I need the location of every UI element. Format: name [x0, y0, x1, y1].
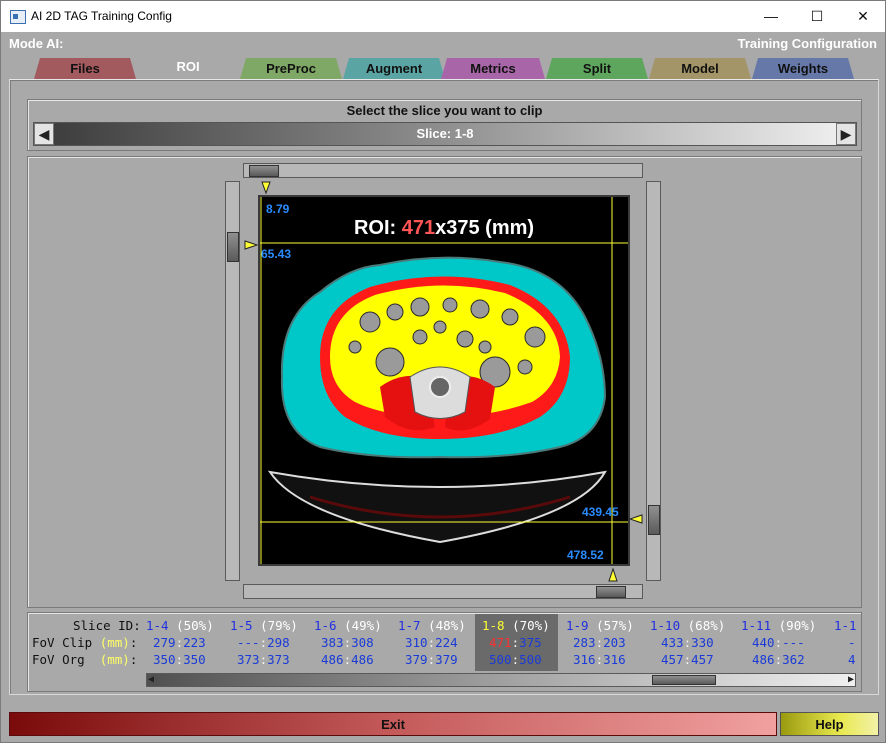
tab-augment[interactable]: Augment	[343, 58, 445, 79]
org-1-7: 379:379	[405, 652, 458, 667]
ct-body-graphic	[260, 197, 628, 564]
column-1-4[interactable]: 1-4 (50%)	[146, 618, 226, 633]
roi-unit: (mm)	[485, 217, 535, 239]
tab-model[interactable]: Model	[649, 58, 751, 79]
tab-weights[interactable]: Weights	[752, 58, 854, 79]
close-icon[interactable]: ✕	[840, 1, 885, 32]
roi-right-handle[interactable]	[648, 505, 660, 535]
table-scroll-right-icon[interactable]: ▶	[848, 674, 854, 685]
column-1-10[interactable]: 1-10 (68%)	[650, 618, 730, 633]
fov-clip-unit: (mm)	[99, 635, 130, 650]
column-1-7[interactable]: 1-7 (48%)	[398, 618, 478, 633]
fov-clip-label: FoV Clip (mm):	[32, 635, 137, 650]
slice-info-table: Slice ID: FoV Clip (mm): FoV Org (mm): 1…	[27, 612, 862, 692]
fov-org-text: FoV Org	[32, 652, 100, 667]
fov-clip-text: FoV Clip	[32, 635, 100, 650]
exit-button[interactable]: Exit	[9, 712, 777, 736]
title-bar: AI 2D TAG Training Config — ☐ ✕	[1, 1, 885, 32]
roi-top-value: 8.79	[266, 202, 290, 216]
slice-current-label: Slice: 1-8	[416, 126, 474, 141]
fov-org-label: FoV Org (mm):	[32, 652, 137, 667]
tab-metrics[interactable]: Metrics	[441, 58, 545, 79]
column-1-8-selected[interactable]: 1-8 (70%)	[482, 618, 562, 633]
roi-height-value: 375	[446, 217, 480, 239]
table-hscroll[interactable]: ◀ ▶	[146, 673, 856, 687]
maximize-icon[interactable]: ☐	[794, 1, 840, 32]
roi-bottom-handle[interactable]	[596, 586, 626, 598]
column-1-1x-partial[interactable]: 1-1	[834, 618, 861, 633]
roi-right-value: 439.45	[582, 505, 619, 519]
fov-clip-colon: :	[129, 635, 138, 650]
help-button[interactable]: Help	[780, 712, 879, 736]
clip-1-8: 471:375	[489, 635, 542, 650]
org-1-11: 486:362	[752, 652, 805, 667]
minimize-icon[interactable]: —	[748, 1, 794, 32]
org-1-5: 373:373	[237, 652, 290, 667]
clip-1-9: 283:203	[573, 635, 626, 650]
column-1-6[interactable]: 1-6 (49%)	[314, 618, 394, 633]
roi-left-scroll[interactable]	[225, 181, 240, 581]
column-1-5[interactable]: 1-5 (79%)	[230, 618, 310, 633]
roi-bottom-value: 478.52	[567, 548, 604, 562]
org-1-4: 350:350	[153, 652, 206, 667]
roi-top-scroll[interactable]	[243, 163, 643, 178]
slice-select-label: Select the slice you want to clip	[346, 103, 543, 118]
clip-1-11: 440:---	[752, 635, 805, 650]
roi-top-handle[interactable]	[249, 165, 279, 177]
mode-label: Mode AI:	[9, 36, 64, 51]
roi-x-separator: x	[435, 217, 447, 239]
roi-right-scroll[interactable]	[646, 181, 661, 581]
clip-1-4: 279:223	[153, 635, 206, 650]
table-scroll-thumb[interactable]	[652, 675, 716, 685]
roi-prefix: ROI:	[353, 217, 397, 239]
clip-1-10: 433:330	[661, 635, 714, 650]
org-1-9: 316:316	[573, 652, 626, 667]
clip-1-5: ---:298	[237, 635, 290, 650]
tab-roi[interactable]: ROI	[137, 56, 239, 80]
app-window: AI 2D TAG Training Config — ☐ ✕ Mode AI:…	[0, 0, 886, 743]
slice-slider[interactable]: ◀ Slice: 1-8 ▶	[33, 122, 857, 146]
slice-next-arrow-icon[interactable]: ▶	[836, 123, 856, 145]
tab-files[interactable]: Files	[34, 58, 136, 79]
roi-left-handle[interactable]	[227, 232, 239, 262]
ct-slice-image[interactable]: ROI: 471x375 (mm) 8.79 65.43 439.45 478.…	[258, 195, 630, 566]
tab-preproc[interactable]: PreProc	[240, 58, 342, 79]
org-1-8: 500:500	[489, 652, 542, 667]
training-config-label: Training Configuration	[737, 36, 877, 51]
org-1-6: 486:486	[321, 652, 374, 667]
org-1-10: 457:457	[661, 652, 714, 667]
clip-1-7: 310:224	[405, 635, 458, 650]
clip-1-6: 383:308	[321, 635, 374, 650]
fov-org-unit: (mm)	[99, 652, 130, 667]
column-1-11[interactable]: 1-11 (90%)	[741, 618, 821, 633]
window-title: AI 2D TAG Training Config	[31, 9, 172, 23]
roi-width-value: 471	[401, 217, 436, 239]
column-1-9[interactable]: 1-9 (57%)	[566, 618, 646, 633]
roi-bottom-scroll[interactable]	[243, 584, 643, 599]
roi-title: ROI: 471x375 (mm)	[260, 217, 628, 240]
fov-org-colon: :	[129, 652, 138, 667]
tab-split[interactable]: Split	[546, 58, 648, 79]
clip-1-1x-partial: -	[848, 635, 856, 650]
app-icon	[10, 10, 26, 24]
roi-left-value: 65.43	[261, 247, 292, 261]
slice-id-label: Slice ID:	[73, 618, 141, 633]
org-1-1x-partial: 4	[848, 652, 856, 667]
table-scroll-left-icon[interactable]: ◀	[148, 674, 154, 685]
